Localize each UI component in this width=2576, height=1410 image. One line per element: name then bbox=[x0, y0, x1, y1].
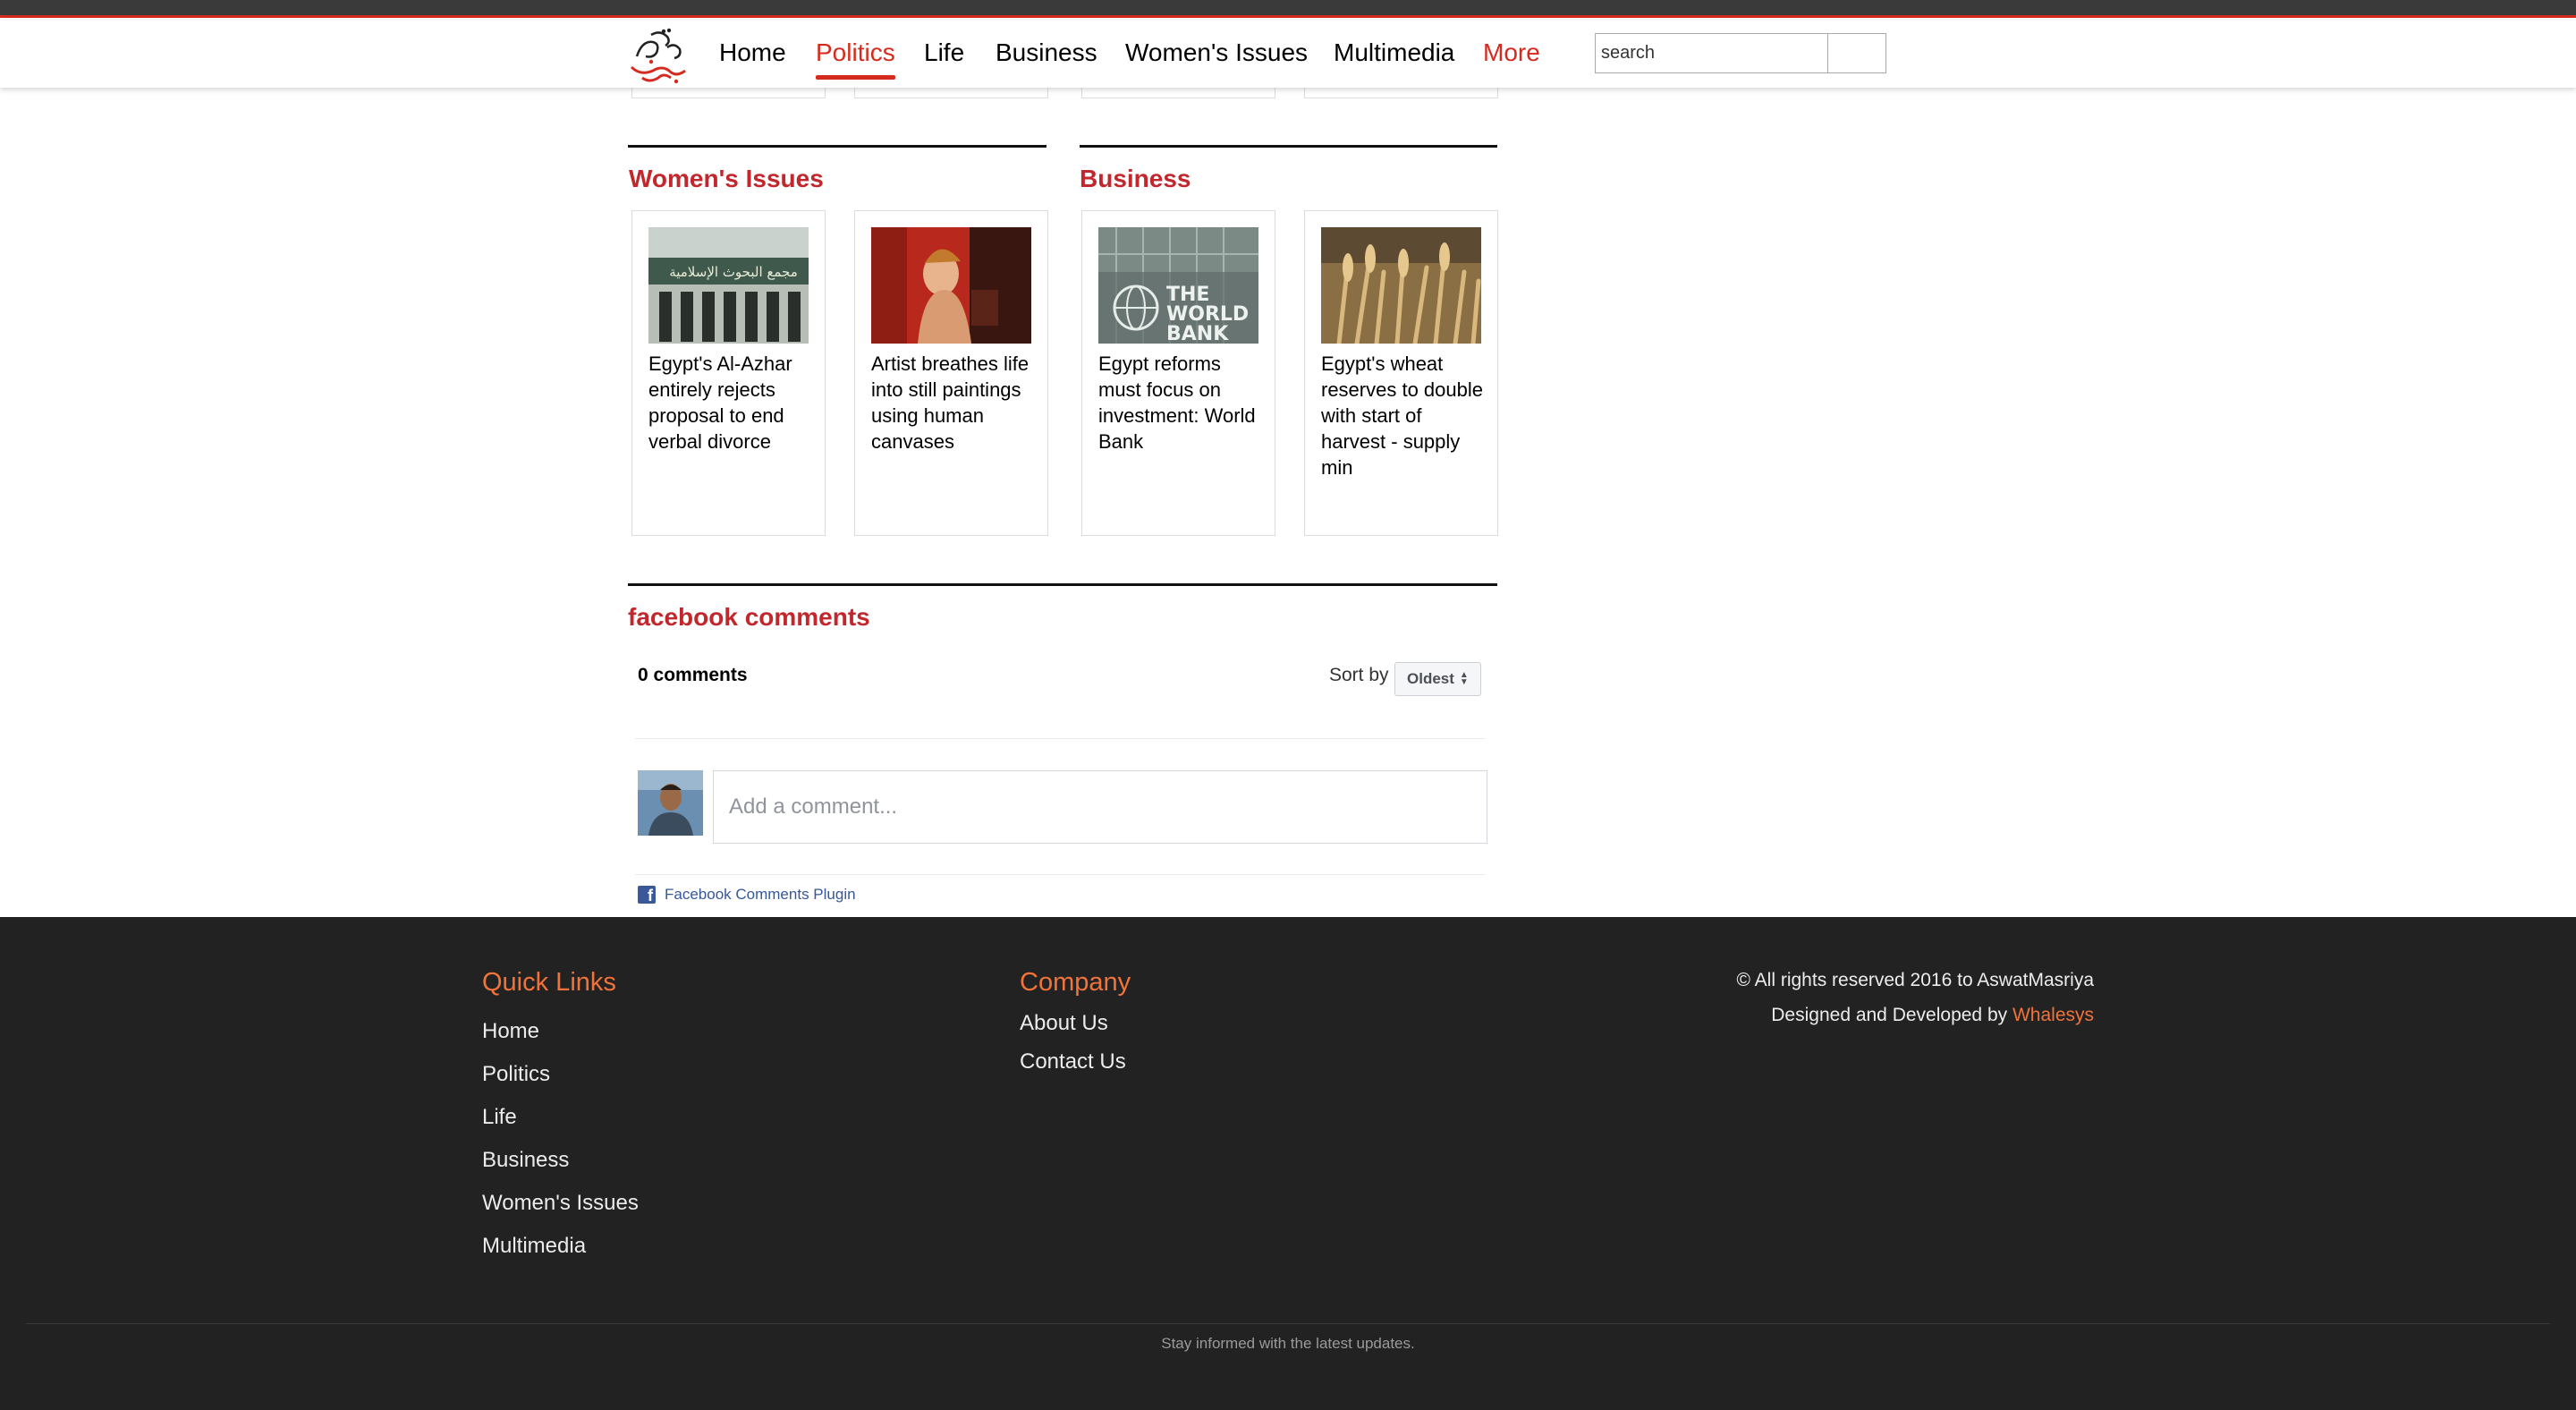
comments-title: facebook comments bbox=[628, 603, 870, 631]
designed-by-label: Designed and Developed by bbox=[1771, 1005, 2008, 1025]
article-title[interactable]: Artist breathes life into still painting… bbox=[871, 351, 1041, 454]
card-remnant bbox=[1304, 88, 1498, 98]
nav-item-womens-issues[interactable]: Women's Issues bbox=[1125, 38, 1308, 67]
facebook-comments-plugin-link[interactable]: f Facebook Comments Plugin bbox=[638, 886, 856, 904]
footer-quick-links-heading: Quick Links bbox=[482, 968, 616, 997]
footer: Quick Links Home Politics Life Business … bbox=[0, 917, 2576, 1410]
footer-link-multimedia[interactable]: Multimedia bbox=[482, 1234, 586, 1259]
card-remnant bbox=[631, 88, 826, 98]
nav-item-politics[interactable]: Politics bbox=[816, 38, 895, 80]
facebook-icon: f bbox=[638, 886, 656, 904]
nav-item-more[interactable]: More bbox=[1483, 38, 1540, 67]
comments-divider bbox=[635, 874, 1485, 875]
developer-link[interactable]: Whalesys bbox=[2012, 1005, 2094, 1025]
footer-link-contact-us[interactable]: Contact Us bbox=[1020, 1049, 1126, 1074]
article-thumbnail[interactable] bbox=[871, 227, 1031, 344]
avatar bbox=[638, 770, 703, 836]
footer-link-life[interactable]: Life bbox=[482, 1105, 517, 1130]
footer-tagline: Stay informed with the latest updates. bbox=[1161, 1335, 1415, 1352]
article-card[interactable]: Artist breathes life into still painting… bbox=[854, 210, 1048, 536]
sort-arrows-icon: ▲ ▼ bbox=[1459, 670, 1469, 687]
nav-item-multimedia[interactable]: Multimedia bbox=[1334, 38, 1454, 67]
svg-text:مجمع البحوث الإسلامية: مجمع البحوث الإسلامية bbox=[669, 264, 798, 280]
svg-text:BANK: BANK bbox=[1166, 323, 1229, 344]
plugin-label: Facebook Comments Plugin bbox=[665, 886, 856, 903]
article-title[interactable]: Egypt reforms must focus on investment: … bbox=[1098, 351, 1268, 454]
article-thumbnail[interactable] bbox=[1321, 227, 1481, 344]
sort-select[interactable]: Oldest ▲ ▼ bbox=[1394, 662, 1481, 696]
section-title-womens-issues[interactable]: Women's Issues bbox=[629, 165, 824, 193]
comment-input[interactable]: Add a comment... bbox=[713, 770, 1487, 844]
article-thumbnail[interactable]: مجمع البحوث الإسلامية bbox=[648, 227, 809, 344]
footer-company-heading: Company bbox=[1020, 968, 1131, 997]
nav-item-home[interactable]: Home bbox=[719, 38, 786, 67]
site-logo[interactable] bbox=[624, 26, 692, 87]
footer-link-home[interactable]: Home bbox=[482, 1019, 539, 1044]
sort-label: Sort by bbox=[1329, 665, 1389, 685]
nav-item-life[interactable]: Life bbox=[924, 38, 964, 67]
top-strip bbox=[0, 0, 2576, 18]
main-navbar: Home Politics Life Business Women's Issu… bbox=[0, 21, 2576, 88]
article-thumbnail[interactable]: THE WORLD BANK bbox=[1098, 227, 1258, 344]
footer-link-business[interactable]: Business bbox=[482, 1148, 569, 1173]
section-title-business[interactable]: Business bbox=[1080, 165, 1191, 193]
footer-link-womens-issues[interactable]: Women's Issues bbox=[482, 1191, 639, 1216]
article-card[interactable]: مجمع البحوث الإسلامية Egypt's Al-Azhar e… bbox=[631, 210, 826, 536]
copyright-text: © All rights reserved 2016 to AswatMasri… bbox=[1736, 970, 2094, 990]
sort-value: Oldest bbox=[1407, 670, 1454, 687]
section-rule bbox=[1080, 145, 1497, 148]
article-card[interactable]: THE WORLD BANK Egypt reforms must focus … bbox=[1081, 210, 1275, 536]
section-rule bbox=[628, 145, 1046, 148]
footer-link-about-us[interactable]: About Us bbox=[1020, 1011, 1108, 1036]
nav-item-business[interactable]: Business bbox=[996, 38, 1097, 67]
article-title[interactable]: Egypt's wheat reserves to double with st… bbox=[1321, 351, 1491, 480]
card-remnant bbox=[854, 88, 1048, 98]
comment-count: 0 comments bbox=[638, 665, 748, 685]
footer-link-politics[interactable]: Politics bbox=[482, 1062, 550, 1087]
search-input[interactable] bbox=[1595, 33, 1828, 73]
card-remnant bbox=[1081, 88, 1275, 98]
section-rule bbox=[628, 583, 1497, 586]
footer-divider bbox=[26, 1323, 2550, 1324]
article-card[interactable]: Egypt's wheat reserves to double with st… bbox=[1304, 210, 1498, 536]
article-title[interactable]: Egypt's Al-Azhar entirely rejects propos… bbox=[648, 351, 818, 454]
comments-divider bbox=[635, 738, 1485, 739]
designed-by-line: Designed and Developed by Whalesys bbox=[1771, 1005, 2094, 1026]
search-button[interactable] bbox=[1827, 33, 1886, 73]
